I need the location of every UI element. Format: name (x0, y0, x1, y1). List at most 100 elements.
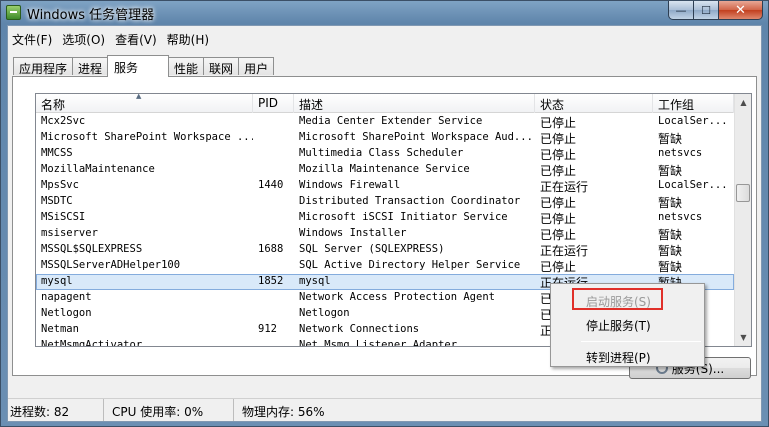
task-manager-window: Windows 任务管理器 — ☐ ✕ 文件(F) 选项(O) 查看(V) 帮助… (0, 0, 769, 427)
service-description: Mozilla Maintenance Service (299, 163, 470, 175)
scroll-thumb[interactable] (736, 184, 750, 202)
column-header-pid[interactable]: PID (253, 94, 294, 113)
service-pid (253, 210, 294, 226)
service-name: Mcx2Svc (41, 115, 86, 127)
column-header-description[interactable]: 描述 (294, 94, 535, 113)
service-description: Windows Installer (299, 227, 407, 239)
caption-buttons: — ☐ ✕ (668, 1, 763, 20)
service-group: 暂缺 (658, 228, 683, 242)
service-pid: 1688 (258, 243, 284, 255)
service-description: Media Center Extender Service (299, 115, 483, 127)
service-status: 正在运行 (540, 180, 589, 194)
column-header-name[interactable]: 名称 ▲ (36, 94, 253, 113)
service-status: 已停止 (540, 260, 577, 274)
service-name: MSSQL$SQLEXPRESS (41, 243, 143, 255)
service-description: Microsoft iSCSI Initiator Service (299, 211, 508, 223)
table-row[interactable]: MSSQL$SQLEXPRESS 1688 SQL Server (SQLEXPRE… (36, 242, 734, 258)
service-group: netsvcs (658, 147, 703, 159)
menu-options[interactable]: 选项(O) (57, 29, 110, 49)
service-name: Netlogon (41, 307, 92, 319)
tab-services[interactable]: 服务 (107, 55, 170, 77)
table-row[interactable]: MpsSvc 1440 Windows Firewall 正在运行 LocalSer..… (36, 178, 734, 194)
service-name: mysql (41, 275, 73, 287)
start-service-highlight (572, 288, 663, 310)
service-status: 已停止 (540, 196, 577, 210)
service-pid: 1440 (258, 179, 284, 191)
service-description: mysql (299, 275, 331, 287)
service-name: Microsoft SharePoint Workspace ... (41, 131, 253, 143)
service-status: 已停止 (540, 148, 577, 162)
service-name: msiserver (41, 227, 98, 239)
vertical-scrollbar[interactable]: ▲ ▼ (734, 94, 751, 346)
service-status: 已停止 (540, 164, 577, 178)
service-pid (253, 146, 294, 162)
status-cpu-usage: CPU 使用率: 0% (110, 399, 234, 421)
menu-separator (581, 341, 701, 342)
tab-processes[interactable]: 进程 (72, 57, 109, 76)
menu-item-go-to-process[interactable]: 转到进程(P) (554, 345, 701, 367)
service-pid: 912 (258, 323, 277, 335)
title-bar[interactable]: Windows 任务管理器 — ☐ ✕ (1, 1, 768, 25)
service-status: 已停止 (540, 132, 577, 146)
service-name: MMCSS (41, 147, 73, 159)
status-bar: 进程数: 82 CPU 使用率: 0% 物理内存: 56% (8, 398, 761, 421)
service-name: NetMsmqActivator (41, 339, 143, 347)
task-manager-icon (6, 5, 21, 20)
table-row[interactable]: MMCSS Multimedia Class Scheduler 已停止 netsvc… (36, 146, 734, 162)
sort-ascending-icon: ▲ (136, 94, 142, 100)
table-row[interactable]: MozillaMaintenance Mozilla Maintenance Se… (36, 162, 734, 178)
service-group: 暂缺 (658, 260, 683, 274)
service-description: Distributed Transaction Coordinator (299, 195, 521, 207)
service-pid (253, 306, 294, 322)
service-group: 暂缺 (658, 132, 683, 146)
service-description: Net.Msmq Listener Adapter (299, 339, 458, 347)
service-status: 已停止 (540, 228, 577, 242)
tab-networking[interactable]: 联网 (203, 57, 240, 76)
menu-bar: 文件(F) 选项(O) 查看(V) 帮助(H) (8, 29, 214, 49)
list-header: 名称 ▲ PID 描述 状态 工作组 (36, 94, 734, 113)
service-status: 正在运行 (540, 244, 589, 258)
table-row[interactable]: MSSQLServerADHelper100 SQL Active Directo… (36, 258, 734, 274)
tab-performance[interactable]: 性能 (168, 57, 205, 76)
service-group: 暂缺 (658, 244, 683, 258)
service-pid (253, 338, 294, 346)
service-name: MpsSvc (41, 179, 79, 191)
tab-applications[interactable]: 应用程序 (13, 57, 74, 76)
service-group: netsvcs (658, 211, 703, 223)
table-row[interactable]: MSiSCSI Microsoft iSCSI Initiator Service… (36, 210, 734, 226)
service-description: SQL Server (SQLEXPRESS) (299, 243, 445, 255)
service-name: MozillaMaintenance (41, 163, 155, 175)
service-pid: 1852 (258, 275, 284, 287)
maximize-button[interactable]: ☐ (694, 1, 719, 20)
table-row[interactable]: MSDTC Distributed Transaction Coordinator… (36, 194, 734, 210)
service-group: 暂缺 (658, 164, 683, 178)
table-row[interactable]: Mcx2Svc Media Center Extender Service 已停止 L… (36, 114, 734, 130)
service-name: MSiSCSI (41, 211, 86, 223)
close-button[interactable]: ✕ (719, 1, 763, 20)
service-pid (253, 258, 294, 274)
column-header-status[interactable]: 状态 (535, 94, 653, 113)
service-name: MSDTC (41, 195, 73, 207)
menu-help[interactable]: 帮助(H) (162, 29, 214, 49)
table-row[interactable]: Microsoft SharePoint Workspace ... Micros… (36, 130, 734, 146)
scroll-down-icon[interactable]: ▼ (735, 329, 751, 346)
minimize-button[interactable]: — (668, 1, 694, 20)
service-pid (253, 194, 294, 210)
scroll-up-icon[interactable]: ▲ (735, 94, 751, 111)
table-row[interactable]: msiserver Windows Installer 已停止 暂缺 (36, 226, 734, 242)
service-status: 已停止 (540, 212, 577, 226)
service-group: 暂缺 (658, 196, 683, 210)
service-status: 已停止 (540, 116, 577, 130)
service-description: Microsoft SharePoint Workspace Aud... (299, 131, 533, 143)
menu-item-stop-service[interactable]: 停止服务(T) (554, 313, 701, 335)
service-group: LocalSer... (658, 115, 728, 127)
close-icon: ✕ (735, 2, 746, 18)
menu-view[interactable]: 查看(V) (110, 29, 162, 49)
service-description: Network Connections (299, 323, 420, 335)
column-name-label: 名称 (41, 98, 66, 112)
service-description: SQL Active Directory Helper Service (299, 259, 521, 271)
service-pid (253, 130, 294, 146)
tab-users[interactable]: 用户 (238, 57, 275, 76)
column-header-group[interactable]: 工作组 (653, 94, 734, 113)
menu-file[interactable]: 文件(F) (8, 29, 57, 49)
